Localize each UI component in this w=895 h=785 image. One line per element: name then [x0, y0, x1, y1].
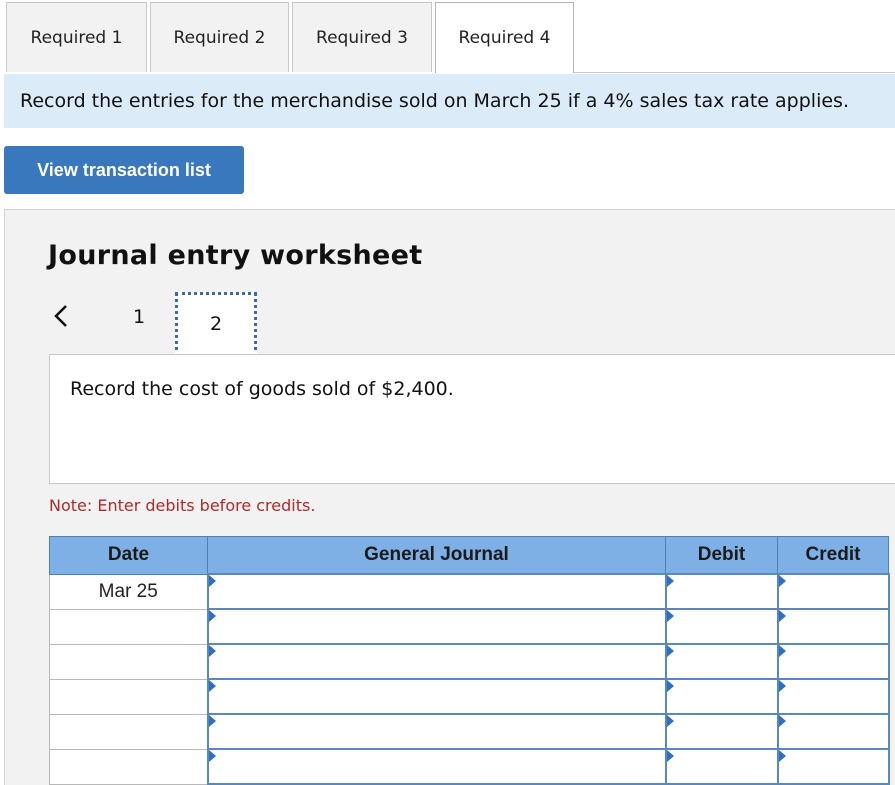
table-row [49, 643, 890, 680]
credit-input[interactable] [776, 678, 890, 715]
pager-page-1[interactable]: 1 [129, 306, 149, 328]
journal-worksheet-panel: Journal entry worksheet 1 2 Record the c… [4, 209, 895, 785]
date-cell: Mar 25 [49, 573, 208, 610]
credit-input[interactable] [776, 643, 890, 680]
table-row [49, 748, 890, 785]
note-text: Note: Enter debits before credits. [49, 496, 316, 515]
tab-required-4[interactable]: Required 4 [435, 2, 574, 73]
table-row [49, 608, 890, 645]
date-cell [49, 713, 208, 750]
prompt-box: Record the cost of goods sold of $2,400. [49, 354, 895, 484]
debit-input[interactable] [664, 608, 779, 645]
account-input[interactable] [206, 678, 667, 715]
date-cell [49, 748, 208, 785]
date-cell [49, 608, 208, 645]
date-cell [49, 678, 208, 715]
prompt-text: Record the cost of goods sold of $2,400. [70, 378, 454, 400]
tab-divider [574, 72, 895, 73]
tab-required-3[interactable]: Required 3 [292, 2, 432, 72]
date-cell [49, 643, 208, 680]
table-row [49, 678, 890, 715]
view-transaction-list-button[interactable]: View transaction list [4, 146, 244, 194]
worksheet-title: Journal entry worksheet [48, 240, 423, 271]
credit-input[interactable] [776, 608, 890, 645]
table-row: Mar 25 [49, 573, 890, 610]
credit-input[interactable] [776, 713, 890, 750]
account-input[interactable] [206, 713, 667, 750]
credit-column-header: Credit [777, 536, 889, 575]
chevron-left-icon[interactable] [51, 302, 71, 330]
credit-input[interactable] [776, 748, 890, 785]
debit-column-header: Debit [665, 536, 778, 575]
account-input[interactable] [206, 643, 667, 680]
tab-required-1[interactable]: Required 1 [6, 2, 147, 72]
credit-input[interactable] [776, 573, 890, 610]
account-input[interactable] [206, 608, 667, 645]
date-column-header: Date [49, 536, 208, 575]
account-input[interactable] [206, 748, 667, 785]
tab-required-2[interactable]: Required 2 [150, 2, 289, 72]
debit-input[interactable] [664, 713, 779, 750]
journal-header-row: Date General Journal Debit Credit [49, 536, 889, 575]
account-input[interactable] [206, 573, 667, 610]
general-journal-column-header: General Journal [207, 536, 666, 575]
pager-page-2[interactable]: 2 [175, 292, 257, 358]
debit-input[interactable] [664, 643, 779, 680]
instruction-banner: Record the entries for the merchandise s… [4, 74, 895, 128]
journal-table: Date General Journal Debit Credit Mar 25 [49, 536, 890, 785]
debit-input[interactable] [664, 748, 779, 785]
instruction-text: Record the entries for the merchandise s… [20, 90, 849, 112]
table-row [49, 713, 890, 750]
debit-input[interactable] [664, 573, 779, 610]
debit-input[interactable] [664, 678, 779, 715]
